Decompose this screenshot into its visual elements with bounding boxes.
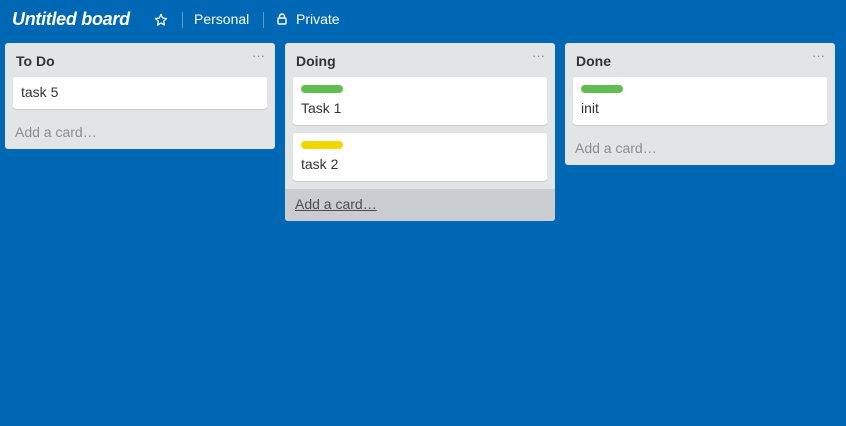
card-title: task 2 xyxy=(301,156,339,172)
card[interactable]: init xyxy=(573,77,827,125)
card-label-green xyxy=(581,85,623,93)
card-title: Task 1 xyxy=(301,100,342,116)
card-label-yellow xyxy=(301,141,343,149)
team-button[interactable]: Personal xyxy=(194,11,249,27)
visibility-label: Private xyxy=(296,11,340,27)
add-card-link[interactable]: Add a card… xyxy=(285,189,555,221)
list-doing: Doing ··· Task 1 task 2 Add a card… xyxy=(285,43,555,221)
card-label-green xyxy=(301,85,343,93)
lock-icon xyxy=(277,13,287,25)
list-to-do: To Do ··· task 5 Add a card… xyxy=(5,43,275,149)
list-header: To Do ··· xyxy=(5,43,275,77)
card-title: task 5 xyxy=(21,84,59,100)
board-header: Untitled board Personal Private xyxy=(0,0,846,40)
card[interactable]: Task 1 xyxy=(293,77,547,125)
star-icon[interactable] xyxy=(154,10,172,30)
list-menu-icon[interactable]: ··· xyxy=(252,49,265,63)
board-title[interactable]: Untitled board xyxy=(12,9,130,30)
list-title[interactable]: Doing xyxy=(296,53,336,69)
card[interactable]: task 2 xyxy=(293,133,547,181)
add-card-link[interactable]: Add a card… xyxy=(565,133,835,165)
list-menu-icon[interactable]: ··· xyxy=(812,49,825,63)
list-title[interactable]: Done xyxy=(576,53,611,69)
card[interactable]: task 5 xyxy=(13,77,267,109)
add-card-link[interactable]: Add a card… xyxy=(5,117,275,149)
header-divider xyxy=(263,12,264,28)
list-done: Done ··· init Add a card… xyxy=(565,43,835,165)
header-divider xyxy=(182,12,183,28)
list-header: Doing ··· xyxy=(285,43,555,77)
visibility-button[interactable]: Private xyxy=(276,11,340,27)
card-title: init xyxy=(581,100,599,116)
list-header: Done ··· xyxy=(565,43,835,77)
list-menu-icon[interactable]: ··· xyxy=(532,49,545,63)
list-title[interactable]: To Do xyxy=(16,53,55,69)
